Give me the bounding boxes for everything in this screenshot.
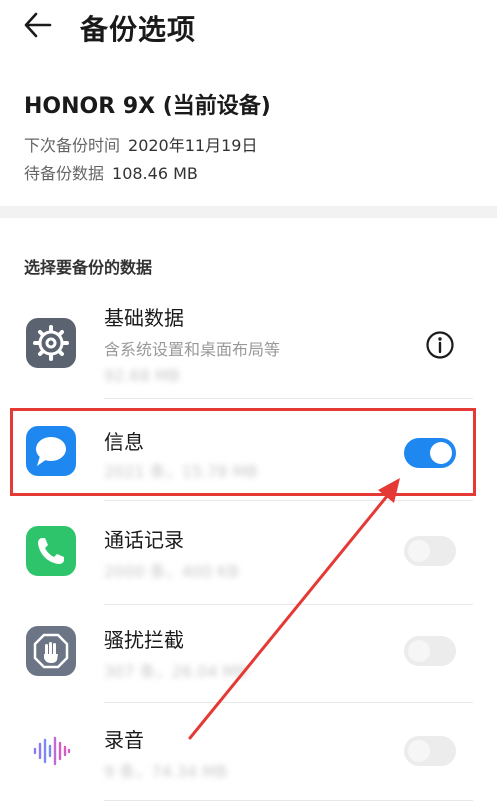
list-item-harassment-block[interactable]: 骚扰拦截 307 条，26.04 MB	[0, 612, 497, 710]
info-button[interactable]	[425, 330, 455, 360]
toggle-knob	[408, 740, 430, 762]
item-title: 通话记录	[104, 528, 184, 552]
page-title: 备份选项	[80, 13, 197, 46]
item-size: 9 条，74.34 MB	[104, 762, 227, 781]
section-label: 选择要备份的数据	[24, 258, 153, 277]
next-backup-row: 下次备份时间 2020年11月19日	[24, 132, 257, 156]
divider	[104, 800, 473, 801]
divider	[104, 500, 473, 501]
call-log-toggle[interactable]	[404, 536, 456, 566]
waveform-icon	[26, 726, 76, 776]
item-subtitle: 含系统设置和桌面布局等	[104, 340, 281, 359]
toggle-knob	[408, 540, 430, 562]
toggle-knob	[408, 640, 430, 662]
item-size: 92.68 MB	[104, 366, 180, 385]
info-icon	[426, 331, 454, 359]
top-bar: 备份选项	[0, 0, 497, 60]
next-backup-label: 下次备份时间	[24, 136, 121, 155]
item-title: 骚扰拦截	[104, 628, 184, 652]
divider	[104, 604, 473, 605]
device-name: HONOR 9X (当前设备)	[24, 94, 271, 119]
divider	[104, 398, 473, 399]
harassment-block-toggle[interactable]	[404, 636, 456, 666]
highlight-box	[10, 408, 476, 496]
recordings-toggle[interactable]	[404, 736, 456, 766]
section-separator	[0, 206, 497, 218]
list-item-recordings[interactable]: 录音 9 条，74.34 MB	[0, 712, 497, 810]
list-item-basic-data[interactable]: 基础数据 含系统设置和桌面布局等 92.68 MB	[0, 300, 497, 398]
item-title: 录音	[104, 728, 144, 752]
item-title: 基础数据	[104, 306, 184, 330]
divider	[104, 702, 473, 703]
item-size: 2000 条，400 KB	[104, 562, 239, 581]
pending-data-value: 108.46 MB	[112, 164, 198, 183]
phone-icon	[26, 526, 76, 576]
hand-block-icon	[26, 626, 76, 676]
settings-gear-icon	[26, 318, 76, 368]
next-backup-value: 2020年11月19日	[128, 136, 258, 155]
item-size: 307 条，26.04 MB	[104, 662, 248, 681]
pending-data-row: 待备份数据 108.46 MB	[24, 160, 198, 184]
back-arrow-icon	[24, 12, 52, 38]
list-item-call-log[interactable]: 通话记录 2000 条，400 KB	[0, 510, 497, 608]
pending-data-label: 待备份数据	[24, 164, 105, 183]
back-button[interactable]	[20, 6, 64, 44]
